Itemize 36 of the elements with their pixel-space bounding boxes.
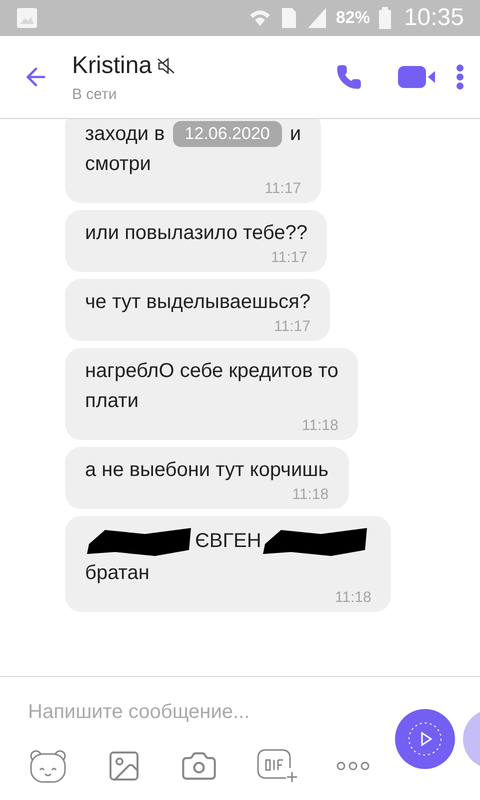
phone-icon [336,64,362,90]
message-time: 11:17 [264,179,302,199]
message-text: плати [85,389,139,414]
message-time: 11:18 [334,588,372,608]
battery-percent: 82% [336,7,370,30]
message-text: смотри [85,152,151,177]
message-text: или повылазило тебе?? [85,221,308,246]
more-icon [456,64,464,90]
clock: 10:35 [404,3,464,33]
image-icon [16,7,38,29]
message-text: братан [85,561,150,586]
message-input[interactable]: Напишите сообщение... [28,697,368,727]
video-camera-icon [398,66,436,88]
gif-icon [256,748,298,784]
online-status: В сети [72,84,118,105]
message-text: а не выебони тут корчишь [85,458,329,483]
message-time: 11:18 [302,416,338,436]
message-time: 11:17 [271,248,308,268]
message-text: нагреблО себе кредитов то [85,359,338,384]
bear-face-icon [28,748,68,784]
sim-icon [280,6,298,30]
three-dots-icon [336,761,370,771]
more-button[interactable] [336,761,370,771]
play-circle-icon [407,721,443,757]
date-chip: 12.06.2020 [172,121,282,147]
message-text: и [290,122,302,147]
battery-icon [378,6,392,30]
sticker-button[interactable] [28,748,68,784]
contact-name: Kristina [72,50,152,81]
message-text: заходи в [85,122,165,147]
message-time: 11:18 [292,485,329,505]
gif-button[interactable] [256,748,298,784]
message-text: ЄВГЕН [195,529,262,554]
signal-icon [306,6,328,30]
message-text: че тут выделываешься? [85,290,310,315]
message-time: 11:17 [274,317,310,337]
